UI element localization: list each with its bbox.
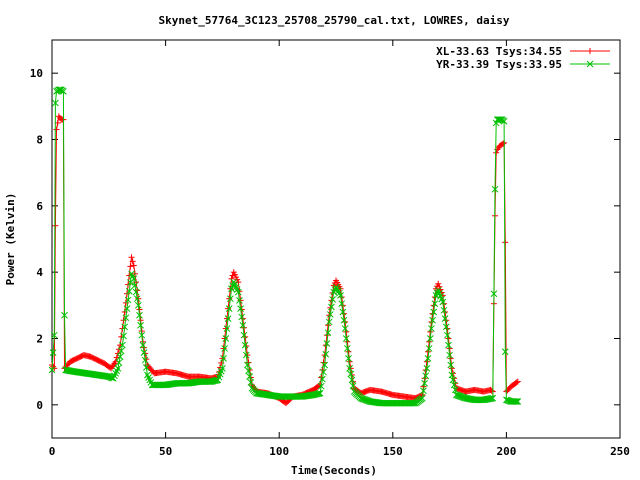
x-tick-label-2: 100 (269, 445, 289, 458)
x-axis-label: Time(Seconds) (291, 464, 377, 477)
axes: 0 50 100 150 200 250 0 2 4 6 8 10 (30, 40, 630, 458)
series-layer (48, 86, 522, 407)
point-0-156 (226, 295, 233, 302)
y-tick-label-4: 8 (36, 134, 43, 147)
point-0-4 (53, 126, 60, 133)
x-tick-label-5: 250 (610, 445, 630, 458)
point-0-150 (219, 355, 226, 362)
point-0-172 (244, 352, 251, 359)
point-0-152 (221, 335, 228, 342)
legend-label-0: XL-33.63 Tsys:34.55 (436, 45, 562, 58)
y-tick-label-0: 0 (36, 399, 43, 412)
series-1 (48, 86, 522, 407)
x-tick-label-4: 200 (496, 445, 516, 458)
x-tick-label-1: 50 (159, 445, 172, 458)
point-0-151 (220, 345, 227, 352)
chart: Skynet_57764_3C123_25708_25790_cal.txt, … (4, 14, 630, 477)
legend-label-1: YR-33.39 Tsys:33.95 (436, 58, 562, 71)
y-axis-label: Power (Kelvin) (4, 193, 17, 286)
plot-frame (51, 39, 621, 439)
point-0-153 (222, 325, 229, 332)
legend-marker-0 (587, 48, 593, 54)
legend: XL-33.63 Tsys:34.55YR-33.39 Tsys:33.95 (436, 45, 610, 71)
y-tick-label-1: 2 (36, 333, 43, 346)
point-0-70 (128, 254, 135, 261)
chart-title: Skynet_57764_3C123_25708_25790_cal.txt, … (159, 14, 510, 27)
point-0-155 (225, 305, 232, 312)
point-0-3 (52, 222, 59, 229)
point-0-72 (130, 262, 137, 269)
y-tick-label-5: 10 (30, 67, 43, 80)
point-0-166 (237, 297, 244, 304)
x-tick-label-0: 0 (49, 445, 56, 458)
y-tick-label-2: 4 (36, 266, 43, 279)
point-0-263 (347, 365, 354, 372)
y-tick-label-3: 6 (36, 200, 43, 213)
point-0-76 (135, 295, 142, 302)
point-0-154 (223, 315, 230, 322)
x-tick-label-3: 150 (383, 445, 403, 458)
point-0-399 (502, 239, 509, 246)
